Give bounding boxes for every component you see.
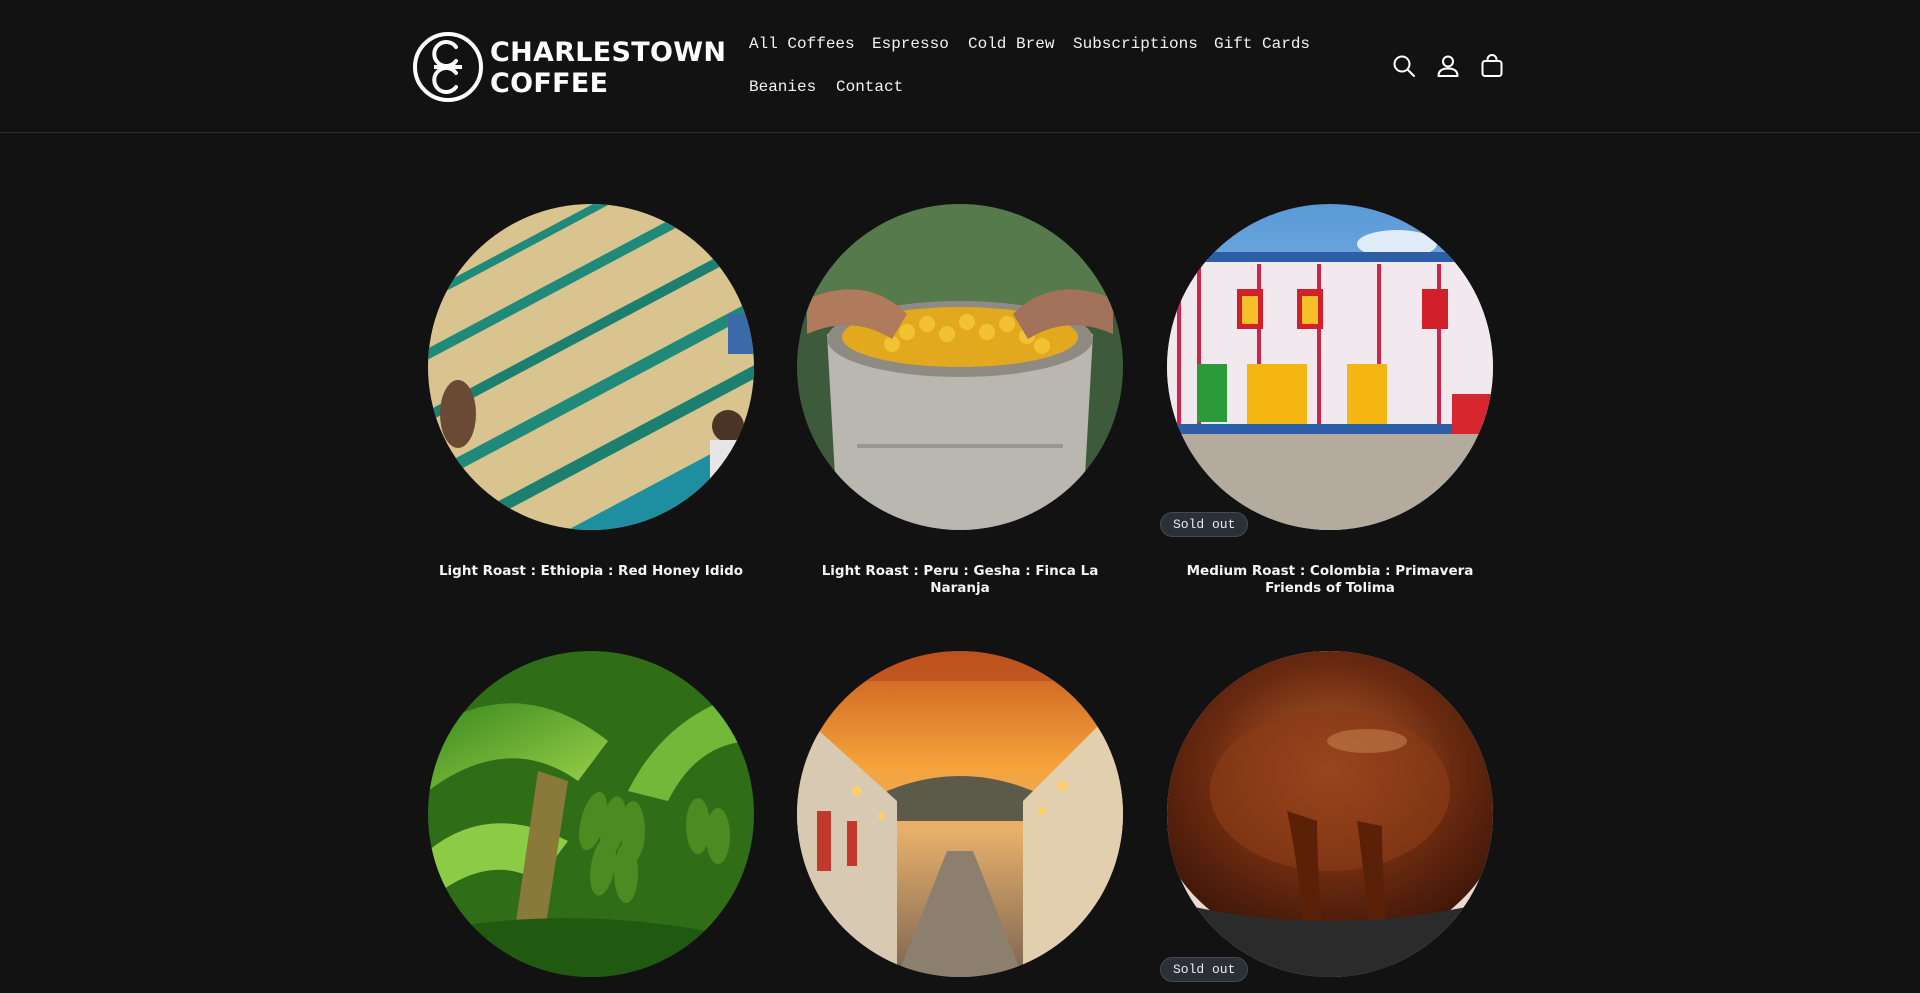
monogram-logo-icon [413, 32, 483, 102]
brand-wordmark: CHARLESTOWN COFFEE [490, 37, 727, 99]
account-icon[interactable] [1434, 52, 1462, 80]
nav-contact[interactable]: Contact [836, 78, 903, 96]
sold-out-badge: Sold out [1160, 957, 1249, 982]
brand-line-1: CHARLESTOWN [490, 37, 727, 68]
product-image-coffee-cherries[interactable] [797, 204, 1123, 530]
drying-beds-photo [428, 204, 754, 530]
product-image-town-street[interactable] [797, 651, 1123, 977]
nav-espresso[interactable]: Espresso [872, 35, 949, 53]
site-header: CHARLESTOWN COFFEE All Coffees Espresso … [0, 0, 1920, 133]
product-image-banana-plant[interactable] [428, 651, 754, 977]
cart-icon[interactable] [1478, 52, 1506, 80]
brand-logo[interactable]: CHARLESTOWN COFFEE [412, 31, 726, 103]
banana-plant-photo [428, 651, 754, 977]
colorful-colonial-building-photo [1167, 204, 1493, 530]
sunset-town-street-photo [797, 651, 1123, 977]
search-icon[interactable] [1390, 52, 1418, 80]
sold-out-badge: Sold out [1160, 512, 1249, 537]
product-title[interactable]: Light Roast : Ethiopia : Red Honey Idido [431, 563, 751, 580]
header-actions [1390, 52, 1510, 80]
brand-line-2: COFFEE [490, 68, 609, 99]
product-image-colonial-building[interactable] [1167, 204, 1493, 530]
coffee-cherries-bucket-photo [797, 204, 1123, 530]
product-title[interactable]: Light Roast : Peru : Gesha : Finca La Na… [800, 563, 1120, 597]
nav-beanies[interactable]: Beanies [749, 78, 816, 96]
chocolate-pour-photo [1167, 651, 1493, 977]
nav-cold-brew[interactable]: Cold Brew [968, 35, 1054, 53]
nav-gift-cards[interactable]: Gift Cards [1214, 35, 1310, 53]
nav-all-coffees[interactable]: All Coffees [749, 35, 855, 53]
product-image-drying-beds[interactable] [428, 204, 754, 530]
product-image-chocolate[interactable] [1167, 651, 1493, 977]
product-title[interactable]: Medium Roast : Colombia : Primavera Frie… [1170, 563, 1490, 597]
nav-subscriptions[interactable]: Subscriptions [1073, 35, 1198, 53]
